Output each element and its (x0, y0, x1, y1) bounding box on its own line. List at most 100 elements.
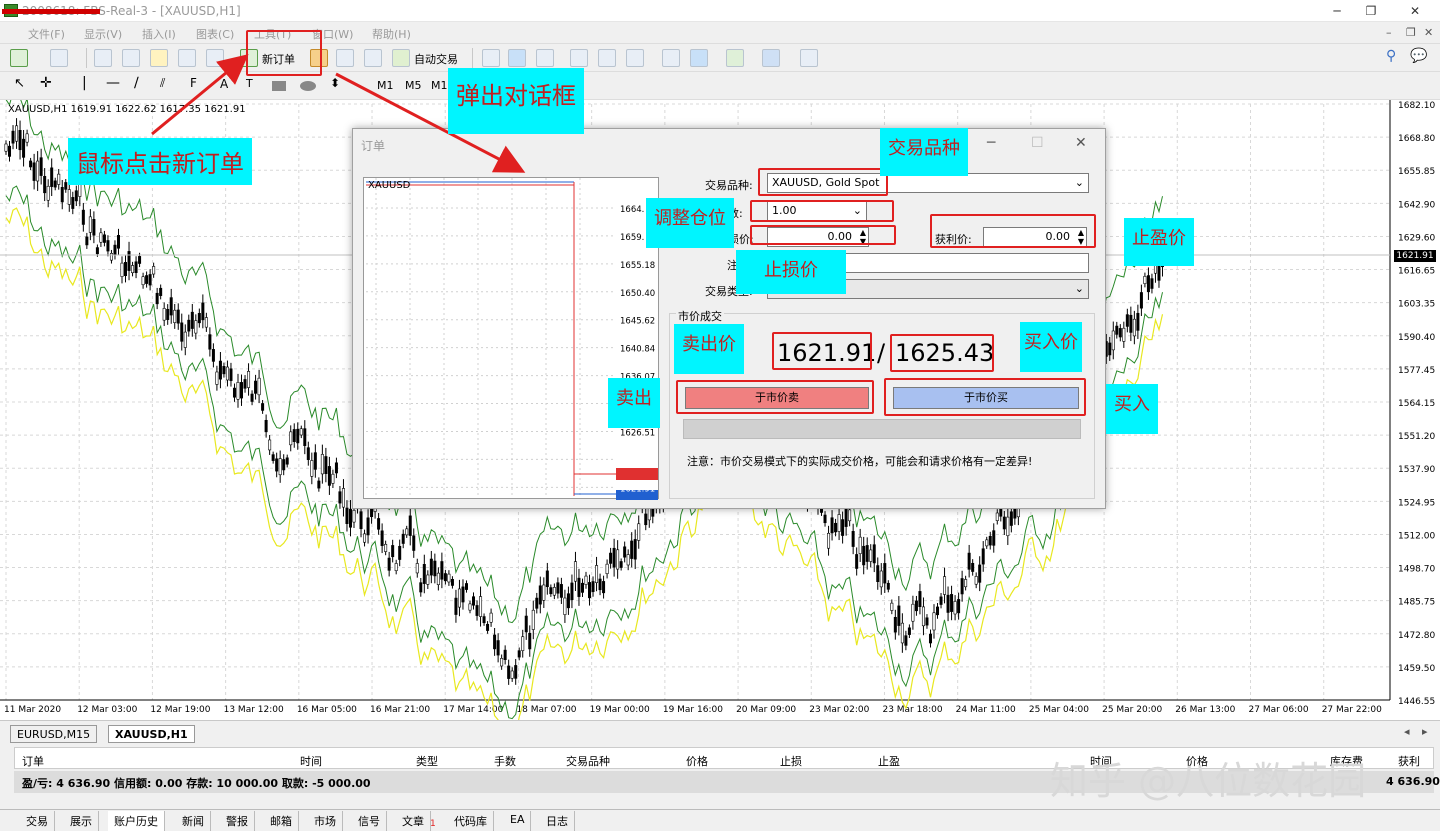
annotation-buy: 买入 (1106, 384, 1158, 434)
tester-icon[interactable] (206, 49, 224, 67)
tab-news[interactable]: 新闻 (176, 811, 211, 831)
tab-experts[interactable]: EA (504, 811, 532, 831)
autoscroll-icon[interactable] (690, 49, 708, 67)
mdi-close-icon[interactable]: ✕ (1424, 26, 1433, 39)
chart-tab-eurusd[interactable]: EURUSD,M15 (10, 725, 98, 743)
candle-body (363, 533, 367, 543)
channel-icon[interactable]: ⫽ (160, 76, 165, 91)
menu-window[interactable]: 窗口(W) (312, 26, 353, 42)
symbol-select[interactable]: XAUUSD, Gold Spot ⌄ (767, 173, 1089, 193)
candle-body (464, 583, 468, 590)
buy-by-market-button[interactable]: 于市价买 (893, 387, 1079, 409)
close-button[interactable]: ✕ (1400, 2, 1430, 20)
tp-input[interactable]: 0.00 ▲ ▼ (983, 227, 1087, 247)
spin-icon[interactable]: ▲ ▼ (860, 228, 866, 246)
menu-charts[interactable]: 图表(C) (196, 26, 234, 42)
sl-input[interactable]: 0.00 ▲ ▼ (767, 227, 869, 247)
candle-body (271, 454, 275, 461)
candle-body (1157, 265, 1161, 281)
mdi-restore-icon[interactable]: ❐ (1406, 26, 1416, 39)
metaeditor-icon[interactable] (310, 49, 328, 67)
sell-by-market-button[interactable]: 于市价卖 (685, 387, 869, 409)
dialog-close-icon[interactable]: ✕ (1075, 135, 1087, 151)
tab-exposure[interactable]: 展示 (64, 811, 99, 831)
timeframe-m5[interactable]: M5 (405, 79, 422, 92)
market-watch-icon[interactable] (94, 49, 112, 67)
candle-body (914, 600, 918, 612)
tab-mailbox[interactable]: 邮箱 (264, 811, 299, 831)
candle-body (985, 539, 989, 547)
col-tp[interactable]: 止盈 (878, 753, 900, 769)
col-lots[interactable]: 手数 (494, 753, 516, 769)
tab-alerts[interactable]: 警报 (220, 811, 255, 831)
chevron-down-icon: ⌄ (852, 204, 862, 217)
bar-chart-icon[interactable] (482, 49, 500, 67)
col-symbol[interactable]: 交易品种 (566, 753, 610, 769)
arrows-icon[interactable]: ⬍ (330, 76, 340, 90)
line-chart-icon[interactable] (536, 49, 554, 67)
new-order-button[interactable]: 新订单 (262, 51, 295, 67)
dialog-minimize-icon[interactable]: ─ (987, 135, 995, 151)
templates-icon[interactable] (800, 49, 818, 67)
tab-journal[interactable]: 日志 (540, 811, 575, 831)
search-icon[interactable]: ⚲ (1386, 48, 1396, 64)
menu-insert[interactable]: 插入(I) (142, 26, 176, 42)
auto-trading-icon[interactable] (392, 49, 410, 67)
navigator-icon[interactable] (150, 49, 168, 67)
periods-icon[interactable] (762, 49, 780, 67)
menu-file[interactable]: 文件(F) (28, 26, 65, 42)
timeframe-m1[interactable]: M1 (377, 79, 394, 92)
maximize-button[interactable]: ❐ (1356, 2, 1386, 20)
fibonacci-icon[interactable]: F (190, 76, 197, 90)
zoom-out-icon[interactable] (598, 49, 616, 67)
terminal-icon[interactable] (178, 49, 196, 67)
col-profit[interactable]: 获利 (1398, 753, 1420, 769)
cursor-icon[interactable]: ↖ (14, 76, 25, 91)
vps-icon[interactable] (364, 49, 382, 67)
scroll-right-icon[interactable]: ▸ (1422, 725, 1428, 738)
trendline-icon[interactable]: ∕ (134, 75, 139, 91)
menu-help[interactable]: 帮助(H) (372, 26, 411, 42)
candlestick-icon[interactable] (508, 49, 526, 67)
horizontal-line-icon[interactable]: — (106, 75, 120, 91)
auto-trading-button[interactable]: 自动交易 (414, 51, 458, 67)
annotation-sl: 止损价 (736, 250, 846, 294)
candle-body (391, 545, 395, 558)
mdi-minimize-icon[interactable]: – (1386, 26, 1392, 39)
signals-icon[interactable] (336, 49, 354, 67)
chart-shift-icon[interactable] (662, 49, 680, 67)
spin-icon[interactable]: ▲ ▼ (1078, 228, 1084, 246)
new-order-icon[interactable] (240, 49, 258, 67)
col-order[interactable]: 订单 (22, 753, 44, 769)
text-icon[interactable]: A (220, 77, 228, 91)
tab-account-history[interactable]: 账户历史 (108, 811, 165, 831)
col-type[interactable]: 类型 (416, 753, 438, 769)
zoom-in-icon[interactable] (570, 49, 588, 67)
col-sl[interactable]: 止损 (780, 753, 802, 769)
new-chart-icon[interactable] (10, 49, 28, 67)
chat-icon[interactable]: 💬 (1410, 48, 1427, 64)
lots-select[interactable]: 1.00 ⌄ (767, 201, 867, 221)
price-tick-label: 1629.60 (1398, 233, 1435, 243)
data-window-icon[interactable] (122, 49, 140, 67)
col-time[interactable]: 时间 (300, 753, 322, 769)
indicators-icon[interactable] (726, 49, 744, 67)
tab-code-base[interactable]: 代码库 (448, 811, 494, 831)
menu-view[interactable]: 显示(V) (84, 26, 122, 42)
crosshair-icon[interactable]: ✛ (40, 75, 52, 91)
col-price[interactable]: 价格 (686, 753, 708, 769)
ellipse-icon[interactable] (300, 81, 316, 91)
minimize-button[interactable]: ─ (1322, 2, 1352, 20)
text-label-icon[interactable]: T (246, 77, 253, 90)
tab-market[interactable]: 市场 (308, 811, 343, 831)
vertical-line-icon[interactable]: | (82, 75, 87, 91)
tile-windows-icon[interactable] (626, 49, 644, 67)
scroll-left-icon[interactable]: ◂ (1404, 725, 1410, 738)
tab-articles[interactable]: 文章 (396, 811, 431, 831)
tab-trade[interactable]: 交易 (20, 811, 55, 831)
profiles-icon[interactable] (50, 49, 68, 67)
chart-tab-xauusd[interactable]: XAUUSD,H1 (108, 725, 195, 743)
tab-signals[interactable]: 信号 (352, 811, 387, 831)
rectangle-icon[interactable] (272, 81, 286, 91)
menu-tools[interactable]: 工具(T) (254, 26, 291, 42)
